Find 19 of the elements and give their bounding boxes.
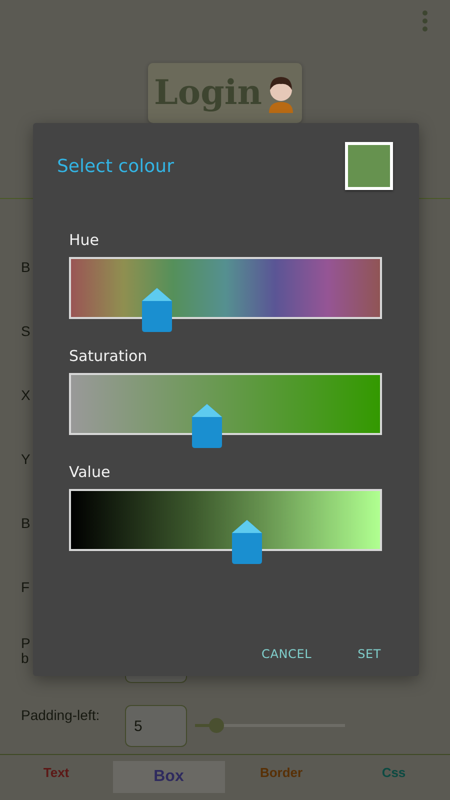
field-label: P b [21, 636, 32, 666]
field-label: B [21, 516, 32, 530]
dialog-button[interactable]: SET [346, 639, 393, 669]
field-label: F [21, 580, 31, 594]
slider-label: Saturation [69, 347, 148, 367]
slider-label: Value [69, 463, 110, 483]
tab[interactable]: Border [225, 755, 338, 800]
dialog-button[interactable]: CANCEL [250, 639, 324, 669]
slider-label: Hue [69, 231, 100, 251]
field-label: S [21, 324, 32, 338]
dialog-title: Select colour [57, 156, 174, 176]
tab[interactable]: Box [112, 761, 225, 793]
input-field[interactable]: 5 [125, 705, 187, 747]
field-label: Padding-left: [21, 708, 101, 722]
field-label: Y [21, 452, 32, 466]
field-label: X [21, 388, 32, 402]
tab[interactable]: Css [338, 755, 450, 800]
field-label: B [21, 260, 32, 274]
tab[interactable]: Text [0, 755, 112, 800]
